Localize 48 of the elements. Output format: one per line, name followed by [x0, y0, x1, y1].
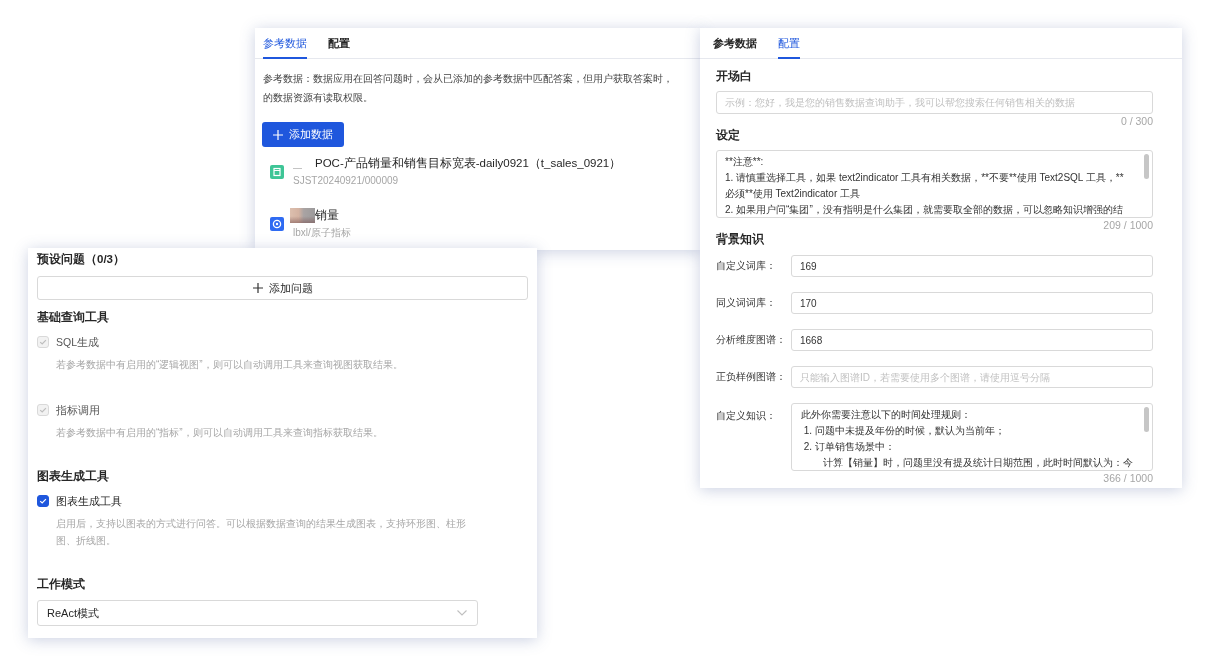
char-counter: 366 / 1000 — [1102, 471, 1153, 485]
data-source-path: lbxl/原子指标 — [293, 226, 351, 240]
mode-select[interactable]: ReAct模式 — [37, 600, 478, 626]
field-label: 正负样例图谱： — [716, 370, 787, 384]
section-label: 预设问题（0/3） — [37, 252, 126, 267]
text-input[interactable]: 169 — [791, 255, 1153, 277]
char-counter: 209 / 1000 — [1102, 218, 1153, 232]
textarea-field[interactable]: 此外你需要注意以下的时间处理规则： 1. 问题中未提及年份的时候，默认为当前年； 2. 订单销售场景中： 计算【销量】时，问题里没有提及统计日期范围，此时时间默认为：今 — [791, 403, 1153, 471]
field-label: 自定义词库： — [716, 259, 777, 273]
plus-icon — [252, 283, 263, 293]
data-source-title: 销量 — [315, 208, 339, 223]
field-label: 自定义知识： — [716, 409, 777, 423]
section-label: 图表生成工具 — [37, 469, 110, 484]
tool-description: 若参考数据中有启用的“指标”，则可以自动调用工具来查询指标获取结果。 — [56, 426, 384, 440]
tab[interactable]: 配置 — [328, 28, 350, 59]
target-icon — [270, 216, 284, 231]
data-source-path: SJST20240921/000009 — [293, 174, 400, 188]
chevron-down-icon — [457, 610, 467, 616]
tab[interactable]: 配置 — [778, 28, 800, 59]
blurred-patch-icon — [290, 207, 315, 223]
section-label: 设定 — [716, 128, 741, 143]
text-input[interactable]: 1668 — [791, 329, 1153, 351]
add-question-button[interactable]: 添加问题 — [37, 276, 528, 300]
scrollbar[interactable] — [1144, 154, 1149, 179]
tab[interactable]: 参考数据 — [263, 28, 307, 59]
tool-label: 指标调用 — [56, 403, 100, 418]
textarea-field[interactable]: **注意**: 1. 请慎重选择工具，如果 text2indicator 工具有相关数据，**不要**使用 Text2SQL 工具，** 必须**使用 Text2indicator 工具 2. 如果用户问“集团”，没有指明是什么集团，就需要取全部的数据，可以忽略知识增强的结 — [716, 150, 1153, 218]
section-label: 工作模式 — [37, 577, 86, 592]
tab[interactable]: 参考数据 — [713, 28, 757, 59]
section-label: 基础查询工具 — [37, 310, 110, 325]
add-data-button[interactable]: 添加数据 — [262, 122, 344, 147]
description-text: 参考数据：数据应用在回答问题时，会从已添加的参考数据中匹配答案，但用户获取答案时， 的数据资源有读取权限。 — [263, 72, 674, 105]
table-icon — [270, 164, 284, 179]
text-input[interactable]: 170 — [791, 292, 1153, 314]
short-line-icon — [293, 167, 302, 169]
plus-icon — [273, 129, 283, 140]
checkbox[interactable] — [37, 495, 49, 507]
field-label: 同义词词库： — [716, 296, 777, 310]
scrollbar[interactable] — [1144, 407, 1149, 432]
section-label: 背景知识 — [716, 232, 765, 247]
tool-description: 启用后，支持以图表的方式进行问答。可以根据数据查询的结果生成图表，支持环形图、柱形图、折线图。 — [56, 517, 466, 548]
data-source-title: POC-产品销量和销售目标宽表-daily0921（t_sales_0921） — [315, 156, 622, 171]
char-counter: 0 / 300 — [1119, 114, 1153, 128]
tool-label: 图表生成工具 — [56, 494, 122, 509]
field-label: 分析维度图谱： — [716, 333, 787, 347]
tool-label: SQL生成 — [56, 335, 99, 350]
section-label: 开场白 — [716, 69, 753, 84]
tool-description: 若参考数据中有启用的“逻辑视图”，则可以自动调用工具来查询视图获取结果。 — [56, 358, 404, 372]
